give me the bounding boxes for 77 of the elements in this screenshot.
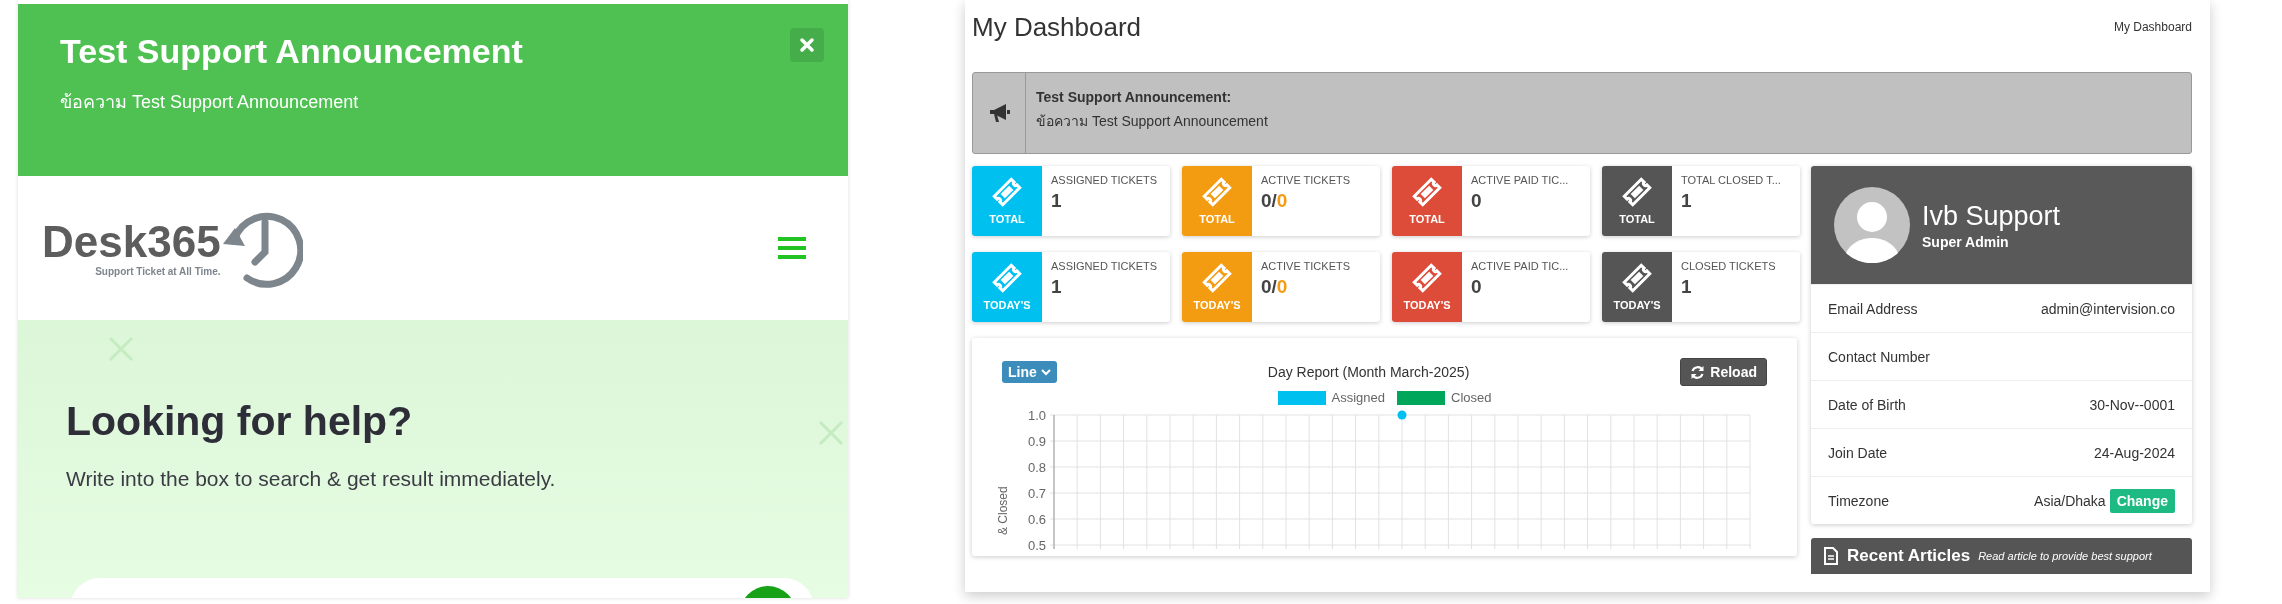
stat-label: ACTIVE TICKETS	[1261, 174, 1351, 186]
recent-articles-subtitle: Read article to provide best support	[1978, 550, 2152, 562]
megaphone-icon	[988, 103, 1010, 123]
legend-label: Assigned	[1331, 390, 1385, 405]
stat-label: ASSIGNED TICKETS	[1051, 174, 1158, 186]
close-button[interactable]	[790, 28, 824, 62]
hero-subheading: Write into the box to search & get result immediately.	[66, 467, 557, 491]
breadcrumb-link[interactable]: My Dashboard	[2113, 20, 2192, 34]
y-tick-label: 0.8	[1027, 460, 1046, 475]
field-value: admin@intervision.co	[2040, 300, 2175, 317]
field-value: Asia/Dhaka	[2034, 492, 2106, 509]
ticket-icon	[992, 263, 1022, 293]
ticket-icon	[1622, 263, 1652, 293]
profile-role: Super Admin	[1922, 233, 2010, 250]
stat-value: 1	[1051, 276, 1063, 298]
ticket-icon	[1412, 263, 1442, 293]
ticket-icon	[1202, 263, 1232, 293]
cross-decoration-icon	[108, 336, 134, 362]
y-tick-label: 0.6	[1027, 512, 1046, 527]
announcement-title: Test Support Announcement	[60, 32, 524, 71]
period-label: TOTAL	[989, 213, 1025, 225]
page-title: My Dashboard	[972, 11, 1142, 43]
announcement-message: ข้อความ Test Support Announcement	[60, 91, 360, 114]
chart-title: Day Report (Month March-2025)	[1267, 364, 1470, 380]
stat-label: CLOSED TICKETS	[1681, 260, 1776, 272]
period-label: TODAY'S	[983, 299, 1031, 311]
period-label: TODAY'S	[1613, 299, 1661, 311]
y-tick-label: 0.5	[1027, 538, 1046, 553]
field-label: Email Address	[1828, 300, 1918, 317]
ticket-icon	[992, 177, 1022, 207]
profile-name: Ivb Support	[1922, 200, 2061, 232]
announcement-title: Test Support Announcement:	[1036, 89, 1233, 105]
stat-value: 0	[1471, 276, 1483, 298]
stat-label: ACTIVE TICKETS	[1261, 260, 1351, 272]
stat-value: 0/0	[1261, 276, 1289, 298]
stat-label: ACTIVE PAID TIC...	[1471, 174, 1569, 186]
stat-label: ASSIGNED TICKETS	[1051, 260, 1158, 272]
stat-value: 1	[1681, 190, 1693, 212]
period-label: TOTAL	[1619, 213, 1655, 225]
announcement-message: ข้อความ Test Support Announcement	[1036, 112, 1268, 131]
document-icon	[1823, 547, 1839, 565]
field-label: Contact Number	[1828, 348, 1930, 365]
field-value: 24-Aug-2024	[2094, 444, 2175, 461]
field-value: 30-Nov--0001	[2089, 396, 2175, 413]
cross-decoration-icon	[818, 420, 844, 446]
y-tick-label: 0.7	[1027, 486, 1046, 501]
stat-label: TOTAL CLOSED T...	[1681, 174, 1781, 186]
stat-value: 1	[1051, 190, 1063, 212]
stat-label: ACTIVE PAID TIC...	[1471, 260, 1569, 272]
field-label: Date of Birth	[1828, 396, 1906, 413]
ticket-icon	[1622, 177, 1652, 207]
hero-heading: Looking for help?	[66, 398, 413, 445]
period-label: TOTAL	[1409, 213, 1445, 225]
menu-icon[interactable]	[778, 237, 806, 259]
stat-value: 1	[1681, 276, 1693, 298]
chart-type-dropdown[interactable]: Line	[1002, 361, 1057, 383]
period-label: TOTAL	[1199, 213, 1235, 225]
stat-value: 0	[1471, 190, 1483, 212]
refresh-icon	[1690, 364, 1706, 380]
reload-button[interactable]: Reload	[1680, 358, 1767, 386]
close-icon	[799, 37, 815, 53]
avatar-icon	[1834, 187, 1910, 263]
field-label: Timezone	[1828, 492, 1889, 509]
ticket-icon	[1412, 177, 1442, 207]
chevron-down-icon	[1040, 368, 1051, 376]
y-tick-label: 1.0	[1027, 408, 1046, 423]
stat-value: 0/0	[1261, 190, 1289, 212]
logo-text: Desk365	[42, 219, 221, 264]
legend-label: Closed	[1451, 390, 1492, 405]
recent-articles-title: Recent Articles	[1847, 546, 1971, 566]
period-label: TODAY'S	[1403, 299, 1451, 311]
ticket-icon	[1202, 177, 1232, 207]
field-label: Join Date	[1828, 444, 1888, 461]
y-tick-label: 0.9	[1027, 434, 1046, 449]
axis-title: & Closed	[996, 486, 1010, 535]
logo-tagline: Support Ticket at All Time.	[95, 265, 221, 277]
period-label: TODAY'S	[1193, 299, 1241, 311]
